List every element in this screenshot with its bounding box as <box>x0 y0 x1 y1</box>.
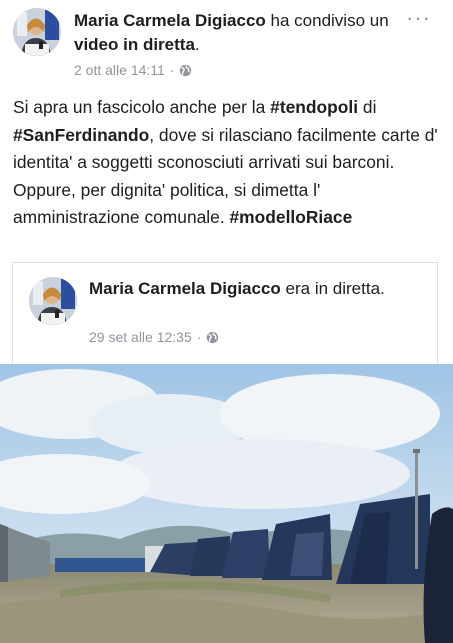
post-header: Maria Carmela Digiacco ha condiviso un v… <box>74 9 394 57</box>
hashtag-link[interactable]: #modelloRiace <box>230 207 353 227</box>
post-timestamp[interactable]: 2 ott alle 14:11 <box>74 62 165 78</box>
post-action-suffix: . <box>194 35 200 54</box>
globe-icon[interactable] <box>179 64 192 77</box>
video-frame-image <box>0 364 453 643</box>
shared-action-text: era in diretta. <box>280 279 385 298</box>
author-name[interactable]: Maria Carmela Digiacco <box>74 11 266 30</box>
post-action-object[interactable]: video in diretta <box>74 35 195 54</box>
shared-post-header: Maria Carmela Digiacco era in diretta. <box>89 277 419 301</box>
globe-icon[interactable] <box>206 331 219 344</box>
post-text: Si apra un fascicolo anche per la #tendo… <box>13 94 441 232</box>
shared-post-card[interactable]: Maria Carmela Digiacco era in diretta. 2… <box>12 262 438 367</box>
post-text-part: di <box>358 97 377 117</box>
hashtag-link[interactable]: #SanFerdinando <box>13 125 149 145</box>
facebook-post: Maria Carmela Digiacco ha condiviso un v… <box>0 0 453 643</box>
post-action-text: ha condiviso un <box>265 11 389 30</box>
post-text-part: Si apra un fascicolo anche per la <box>13 97 271 117</box>
shared-timestamp[interactable]: 29 set alle 12:35 <box>89 329 192 345</box>
video-player[interactable] <box>0 364 453 643</box>
post-meta: 2 ott alle 14:11 · <box>74 62 192 78</box>
author-avatar[interactable] <box>13 8 61 56</box>
hashtag-link[interactable]: #tendopoli <box>270 97 358 117</box>
meta-separator: · <box>196 329 202 345</box>
shared-author-avatar[interactable] <box>29 277 77 325</box>
shared-post-meta: 29 set alle 12:35 · <box>89 329 219 345</box>
more-options-icon[interactable]: ··· <box>406 7 431 29</box>
shared-author-name[interactable]: Maria Carmela Digiacco <box>89 279 281 298</box>
meta-separator: · <box>169 62 175 78</box>
